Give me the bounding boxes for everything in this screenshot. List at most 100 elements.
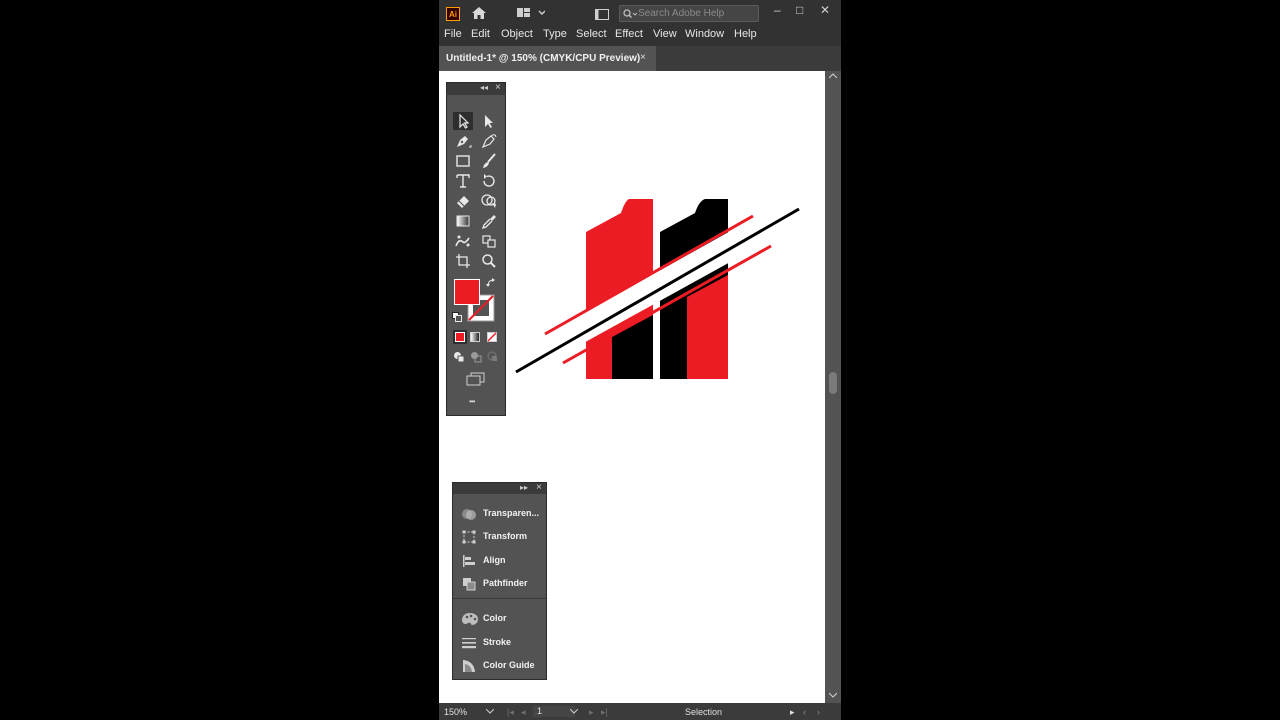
panel-item-label: Transform [483, 531, 528, 541]
panel-item-label: Transparen... [483, 508, 540, 518]
pathfinder-icon [463, 578, 476, 591]
workspace-switcher-icon[interactable] [517, 8, 545, 18]
status-menu-button[interactable]: ▸ [790, 707, 795, 718]
current-tool-status: Selection [685, 707, 723, 717]
artwork-black-slash [515, 207, 800, 374]
maximize-button[interactable]: □ [796, 3, 803, 17]
gradient-mode-button[interactable] [470, 332, 480, 342]
close-properties-panel-button[interactable]: × [536, 482, 542, 493]
panel-item-stroke[interactable]: Stroke [459, 633, 544, 653]
illustrator-window: Ai Search Adobe Help – □ ✕ File Edit Obj… [439, 0, 841, 720]
artboard-tool-icon[interactable] [479, 232, 499, 250]
status-bar: 150% |◂ ◂ 1 ▸ ▸| Selection ▸ ‹ › [439, 703, 841, 720]
menu-select[interactable]: Select [576, 28, 607, 40]
scroll-left-button[interactable]: ‹ [803, 707, 806, 717]
previous-artboard-button[interactable]: ◂ [521, 707, 526, 718]
type-tool-icon[interactable] [453, 172, 473, 190]
menu-view[interactable]: View [653, 28, 677, 40]
panel-item-align[interactable]: Align [459, 551, 544, 571]
search-icon [623, 9, 637, 18]
menu-type[interactable]: Type [543, 28, 567, 40]
eyedropper-tool-icon[interactable] [479, 212, 499, 230]
change-screen-mode-icon[interactable] [465, 372, 487, 386]
first-artboard-button[interactable]: |◂ [507, 707, 514, 718]
tools-panel-header[interactable]: ◂◂ × [447, 82, 505, 95]
zoom-level[interactable]: 150% [444, 707, 467, 717]
last-artboard-button[interactable]: ▸| [601, 707, 608, 718]
artboard-number-field[interactable]: 1 [533, 706, 575, 717]
draw-inside-icon[interactable] [487, 351, 499, 363]
panel-item-transparency[interactable]: Transparen... [459, 504, 544, 524]
scroll-up-icon[interactable] [829, 73, 837, 79]
color-guide-icon [463, 660, 475, 672]
expand-panel-button[interactable]: ▸▸ [520, 483, 528, 492]
menu-edit[interactable]: Edit [471, 28, 490, 40]
draw-behind-icon[interactable] [470, 351, 482, 363]
transform-icon [462, 530, 476, 544]
color-palette-icon [462, 613, 478, 625]
collapse-panel-button[interactable]: ◂◂ [480, 83, 488, 92]
panel-item-color-guide[interactable]: Color Guide [459, 656, 544, 676]
shape-builder-tool-icon[interactable] [479, 192, 499, 210]
gradient-tool-icon[interactable] [453, 212, 473, 230]
panel-item-label: Color [483, 613, 507, 623]
align-icon [463, 555, 475, 567]
symbol-sprayer-tool-icon[interactable] [453, 232, 473, 250]
curvature-tool-icon[interactable] [479, 132, 499, 150]
document-tab-title: Untitled-1* @ 150% (CMYK/CPU Preview) [446, 53, 641, 64]
pen-tool-icon[interactable] [453, 132, 473, 150]
panel-divider [453, 598, 546, 599]
panel-item-label: Stroke [483, 637, 512, 647]
vertical-scrollbar[interactable] [825, 71, 841, 703]
swap-fill-stroke-icon[interactable] [486, 278, 496, 288]
fill-color[interactable] [454, 279, 480, 305]
selection-tool-icon[interactable] [453, 112, 473, 130]
scroll-right-button[interactable]: › [817, 707, 820, 717]
panel-item-transform[interactable]: Transform [459, 527, 544, 547]
menu-file[interactable]: File [444, 28, 462, 40]
panel-item-label: Color Guide [483, 660, 535, 670]
menu-help[interactable]: Help [734, 28, 757, 40]
fill-swatch[interactable] [454, 279, 480, 305]
color-mode-button[interactable] [453, 330, 467, 344]
panel-item-pathfinder[interactable]: Pathfinder [459, 574, 544, 594]
scroll-thumb[interactable] [829, 372, 837, 394]
tab-close-button[interactable]: × [640, 52, 646, 63]
direct-selection-tool-icon[interactable] [479, 112, 499, 130]
close-panel-button[interactable]: × [495, 82, 501, 93]
arrange-documents-icon[interactable] [595, 9, 609, 20]
panel-item-label: Align [483, 555, 506, 565]
artboard-dropdown-icon[interactable] [570, 709, 578, 714]
rectangle-tool-icon[interactable] [453, 152, 473, 170]
crop-tool-icon[interactable] [453, 252, 473, 270]
menu-effect[interactable]: Effect [615, 28, 643, 40]
scroll-down-icon[interactable] [829, 692, 837, 698]
properties-panel: ▸▸ × Transparen... Transform Align Pathf… [452, 482, 547, 680]
zoom-tool-icon[interactable] [479, 252, 499, 270]
menu-window[interactable]: Window [685, 28, 724, 40]
transparency-icon [462, 509, 476, 520]
panel-item-color[interactable]: Color [459, 609, 544, 629]
default-fill-stroke-icon[interactable] [452, 312, 462, 322]
document-tab[interactable]: Untitled-1* @ 150% (CMYK/CPU Preview) × [439, 46, 656, 71]
tools-panel: ◂◂ × ••• [446, 82, 506, 416]
home-icon[interactable] [471, 6, 487, 20]
panel-item-label: Pathfinder [483, 578, 528, 588]
next-artboard-button[interactable]: ▸ [589, 707, 594, 718]
artboard-number: 1 [537, 706, 543, 716]
rotate-tool-icon[interactable] [479, 172, 499, 190]
properties-panel-header[interactable]: ▸▸ × [453, 482, 546, 494]
paintbrush-tool-icon[interactable] [479, 152, 499, 170]
help-search-field[interactable]: Search Adobe Help [619, 5, 759, 22]
zoom-dropdown-icon[interactable] [486, 709, 494, 714]
eraser-tool-icon[interactable] [453, 192, 473, 210]
edit-toolbar-button[interactable]: ••• [469, 397, 475, 406]
search-placeholder: Search Adobe Help [638, 8, 725, 19]
none-mode-button[interactable] [487, 332, 497, 342]
menu-object[interactable]: Object [501, 28, 533, 40]
app-logo: Ai [446, 7, 460, 21]
close-window-button[interactable]: ✕ [820, 3, 830, 17]
minimize-button[interactable]: – [774, 3, 781, 17]
draw-normal-icon[interactable] [453, 351, 465, 363]
stroke-icon [462, 638, 476, 649]
